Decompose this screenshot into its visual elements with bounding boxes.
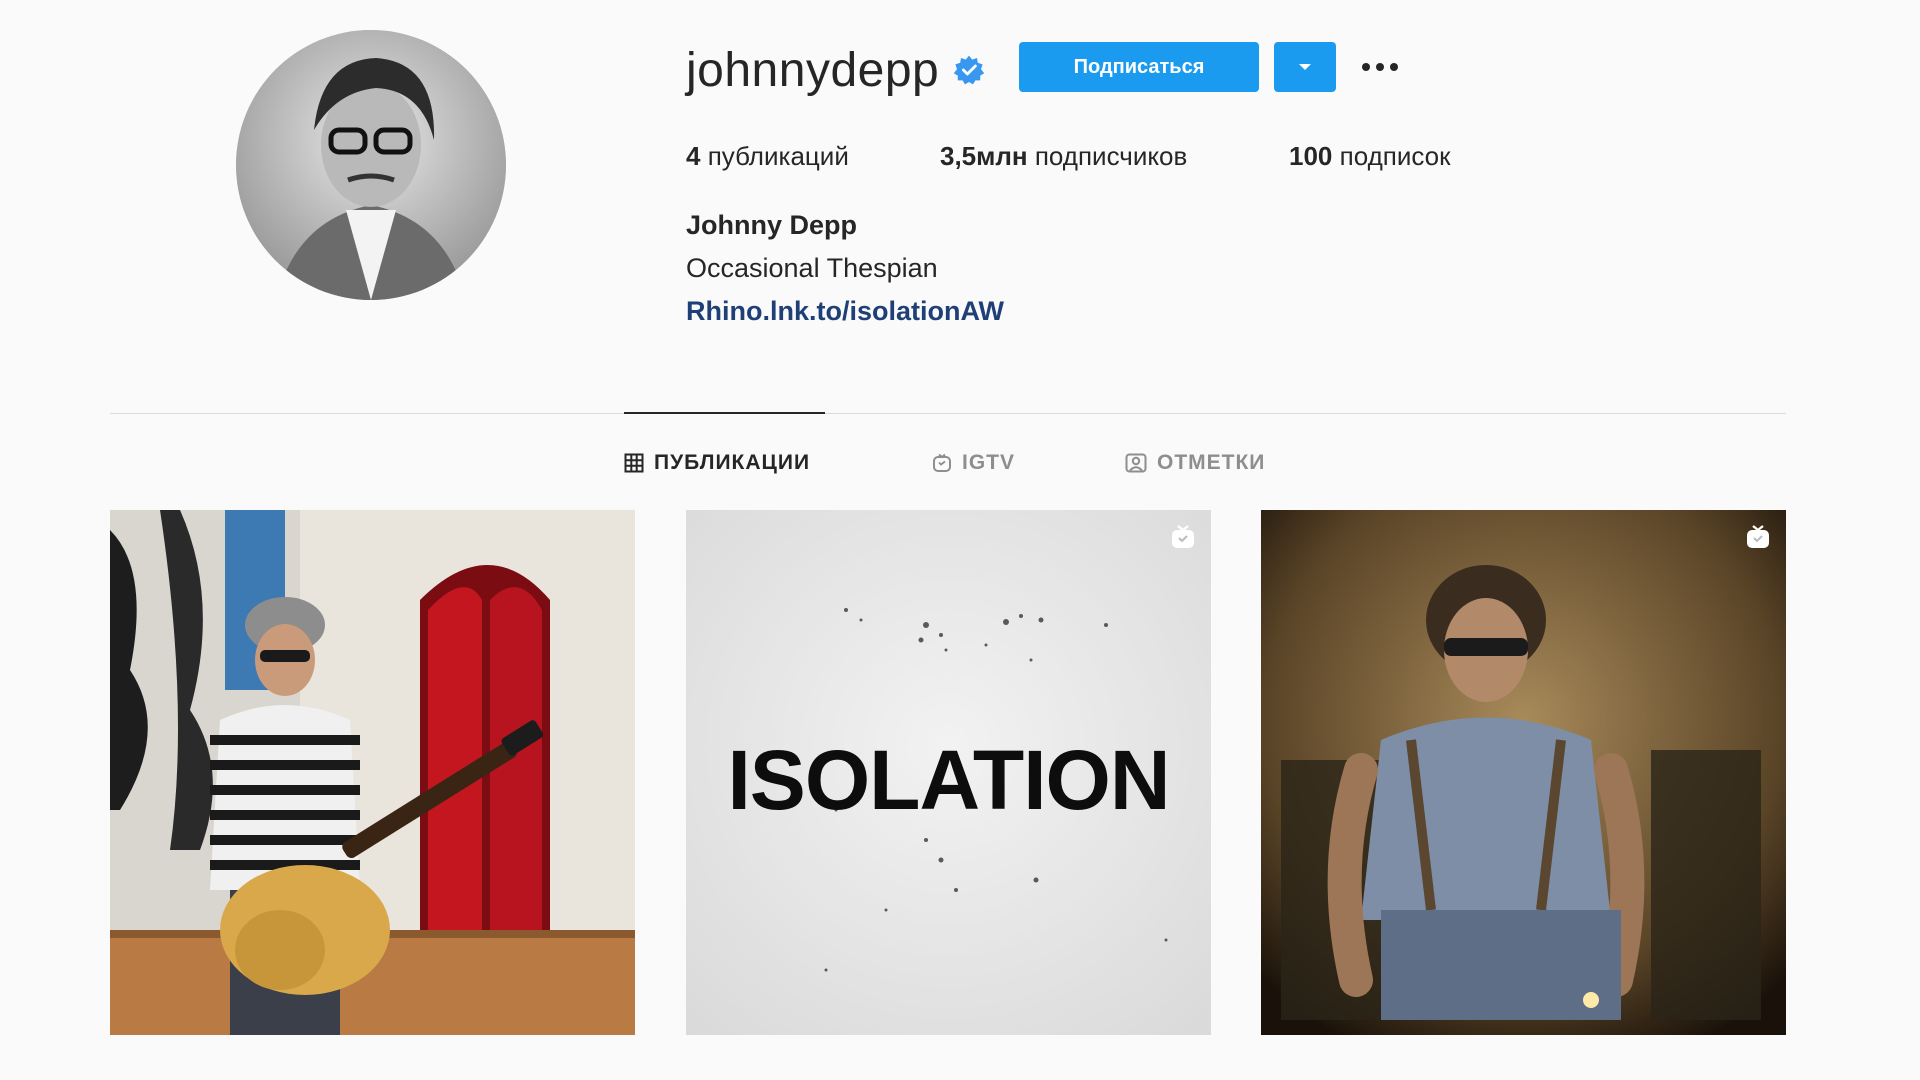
post-thumbnail-2[interactable]: ISOLATION [686,510,1211,1035]
post-overlay-text: ISOLATION [727,733,1170,827]
igtv-icon [933,453,951,472]
avatar-photo [236,30,506,300]
post-thumbnail-1[interactable] [110,510,635,1035]
tab-igtv-label: IGTV [962,451,1016,474]
posts-count: 4 [686,140,701,171]
followers-count-stat[interactable]: 3,5млн подписчиков [940,141,1187,172]
active-tab-indicator [624,412,825,414]
following-count-stat[interactable]: 100 подписок [1289,141,1451,172]
username: johnnydepp [686,43,940,97]
tab-posts[interactable]: ПУБЛИКАЦИИ [624,448,810,478]
followers-count: 3,5млн [940,140,1028,171]
tab-tagged[interactable]: ОТМЕТКИ [1125,448,1265,478]
tab-posts-label: ПУБЛИКАЦИИ [654,451,811,474]
igtv-badge-icon [1747,525,1769,548]
username-row: johnnydepp [686,40,985,100]
verified-badge-icon [954,55,985,85]
tab-tagged-label: ОТМЕТКИ [1157,451,1266,474]
full-name: Johnny Depp [686,210,858,240]
ellipsis-icon [1362,63,1398,71]
bio-text: Occasional Thespian [686,253,938,283]
followers-label: подписчиков [1034,140,1188,171]
tabs-divider [110,413,1786,414]
follow-button[interactable]: Подписаться [1019,42,1259,92]
post-thumbnail-3[interactable] [1261,510,1786,1035]
grid-icon [624,453,644,473]
tab-igtv[interactable]: IGTV [932,448,1015,478]
profile-avatar[interactable] [236,30,506,300]
suggestions-dropdown-button[interactable] [1274,42,1336,92]
posts-count-stat: 4 публикаций [686,141,849,172]
igtv-badge-icon [1172,525,1194,548]
post-photo-portrait [1261,510,1786,1035]
posts-label: публикаций [707,140,849,171]
post-photo-guitar [110,510,635,1035]
following-count: 100 [1289,140,1333,171]
bio-link[interactable]: Rhino.lnk.to/isolationAW [686,296,1004,327]
following-label: подписок [1339,140,1451,171]
caret-down-icon [1299,64,1311,70]
more-options-button[interactable] [1356,48,1404,86]
tagged-icon [1125,453,1147,473]
